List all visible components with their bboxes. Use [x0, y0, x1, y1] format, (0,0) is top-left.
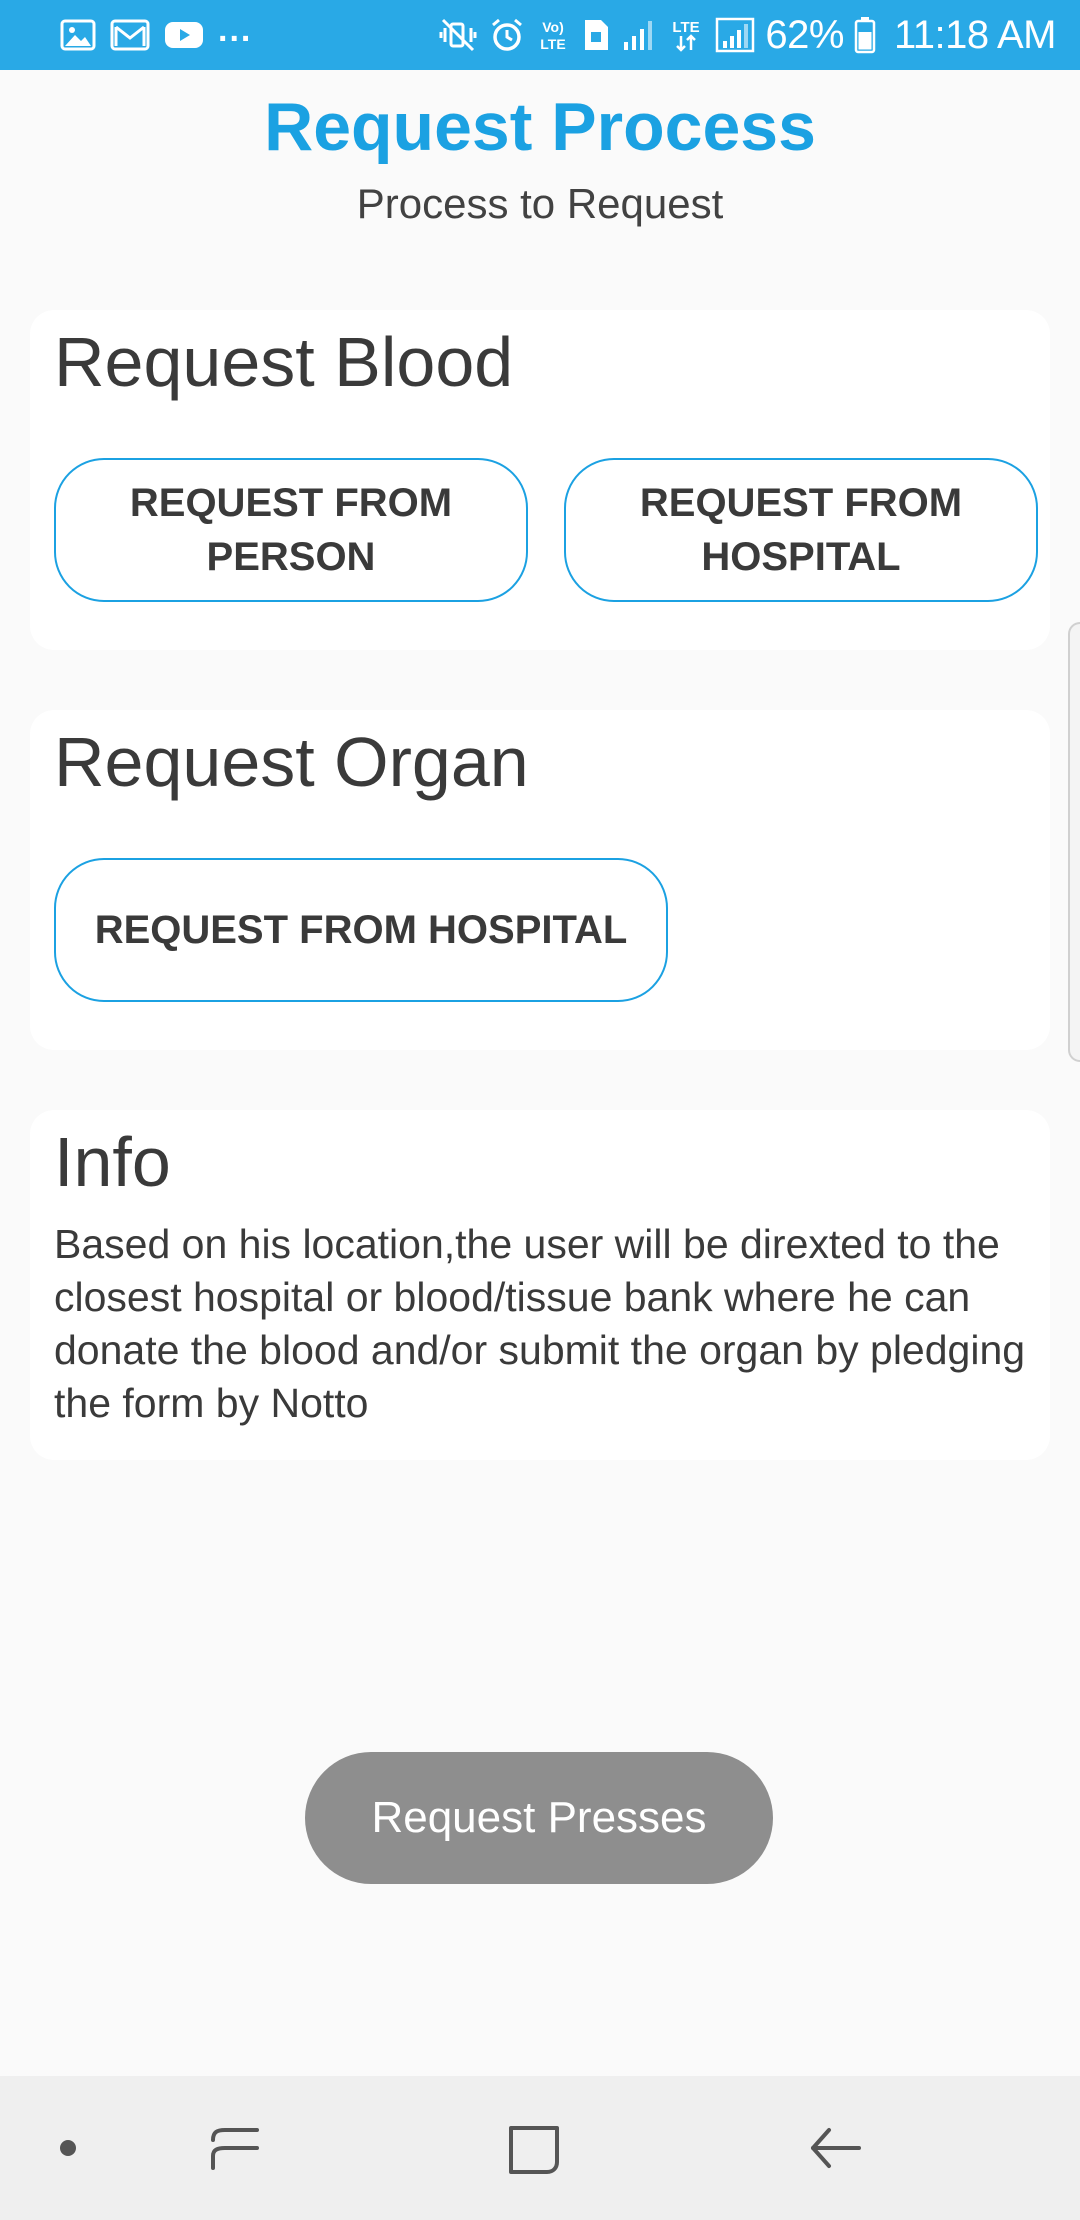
sim-icon: [581, 18, 611, 52]
button-label: Request Presses: [371, 1793, 707, 1842]
svg-text:LTE: LTE: [541, 36, 566, 52]
info-title: Info: [54, 1123, 171, 1201]
button-label: REQUEST FROM HOSPITAL: [640, 476, 962, 584]
youtube-icon: [164, 20, 204, 50]
status-bar: ... Vo) LTE LTE 62% 11:18 AM: [0, 0, 1080, 70]
signal-icon: [715, 17, 755, 53]
lte-icon: LTE: [667, 17, 705, 53]
button-label-line2: PERSON: [206, 535, 376, 579]
page-title: Request Process: [264, 89, 816, 165]
button-label-line1: REQUEST FROM: [129, 481, 453, 525]
info-card: Info Based on his location,the user will…: [30, 1110, 1050, 1460]
info-text: Based on his location,the user will be d…: [54, 1221, 1026, 1426]
svg-text:Vo): Vo): [543, 19, 565, 35]
request-blood-from-person-button[interactable]: REQUEST FROM PERSON: [54, 458, 528, 602]
request-organ-card: Request Organ REQUEST FROM HOSPITAL: [30, 710, 1050, 1050]
page-subtitle: Process to Request: [356, 180, 724, 227]
edge-panel-handle[interactable]: [1068, 622, 1080, 1062]
button-label: REQUEST FROM HOSPITAL: [94, 908, 628, 952]
mute-icon: [439, 18, 479, 52]
request-blood-from-hospital-button[interactable]: REQUEST FROM HOSPITAL: [564, 458, 1038, 602]
button-label: REQUEST FROM PERSON: [130, 476, 452, 584]
button-label-line2: HOSPITAL: [701, 535, 901, 579]
status-notifications: ...: [60, 11, 439, 51]
request-organ-from-hospital-button[interactable]: REQUEST FROM HOSPITAL: [54, 858, 668, 1002]
dot-icon[interactable]: [38, 2076, 98, 2220]
battery-icon: [854, 16, 876, 54]
notification-overflow: ...: [218, 10, 253, 49]
request-presses-button[interactable]: Request Presses: [305, 1752, 773, 1884]
volte-icon: Vo) LTE: [535, 17, 571, 53]
gallery-icon: [60, 19, 96, 51]
status-system: Vo) LTE LTE 62% 11:18 AM: [439, 12, 1057, 58]
recents-icon[interactable]: [190, 2076, 280, 2220]
request-blood-title: Request Blood: [54, 323, 514, 401]
battery-percent: 62%: [765, 12, 844, 57]
signal-icon: [621, 18, 657, 52]
request-blood-card: Request Blood REQUEST FROM PERSON REQUES…: [30, 310, 1050, 650]
back-icon[interactable]: [790, 2076, 880, 2220]
navigation-bar: [0, 2076, 1080, 2220]
home-icon[interactable]: [490, 2076, 580, 2220]
request-organ-title: Request Organ: [54, 723, 529, 801]
svg-text:LTE: LTE: [673, 19, 700, 36]
gmail-icon: [110, 19, 150, 51]
button-label-line1: REQUEST FROM: [639, 481, 963, 525]
clock: 11:18 AM: [893, 12, 1057, 57]
alarm-icon: [489, 17, 525, 53]
